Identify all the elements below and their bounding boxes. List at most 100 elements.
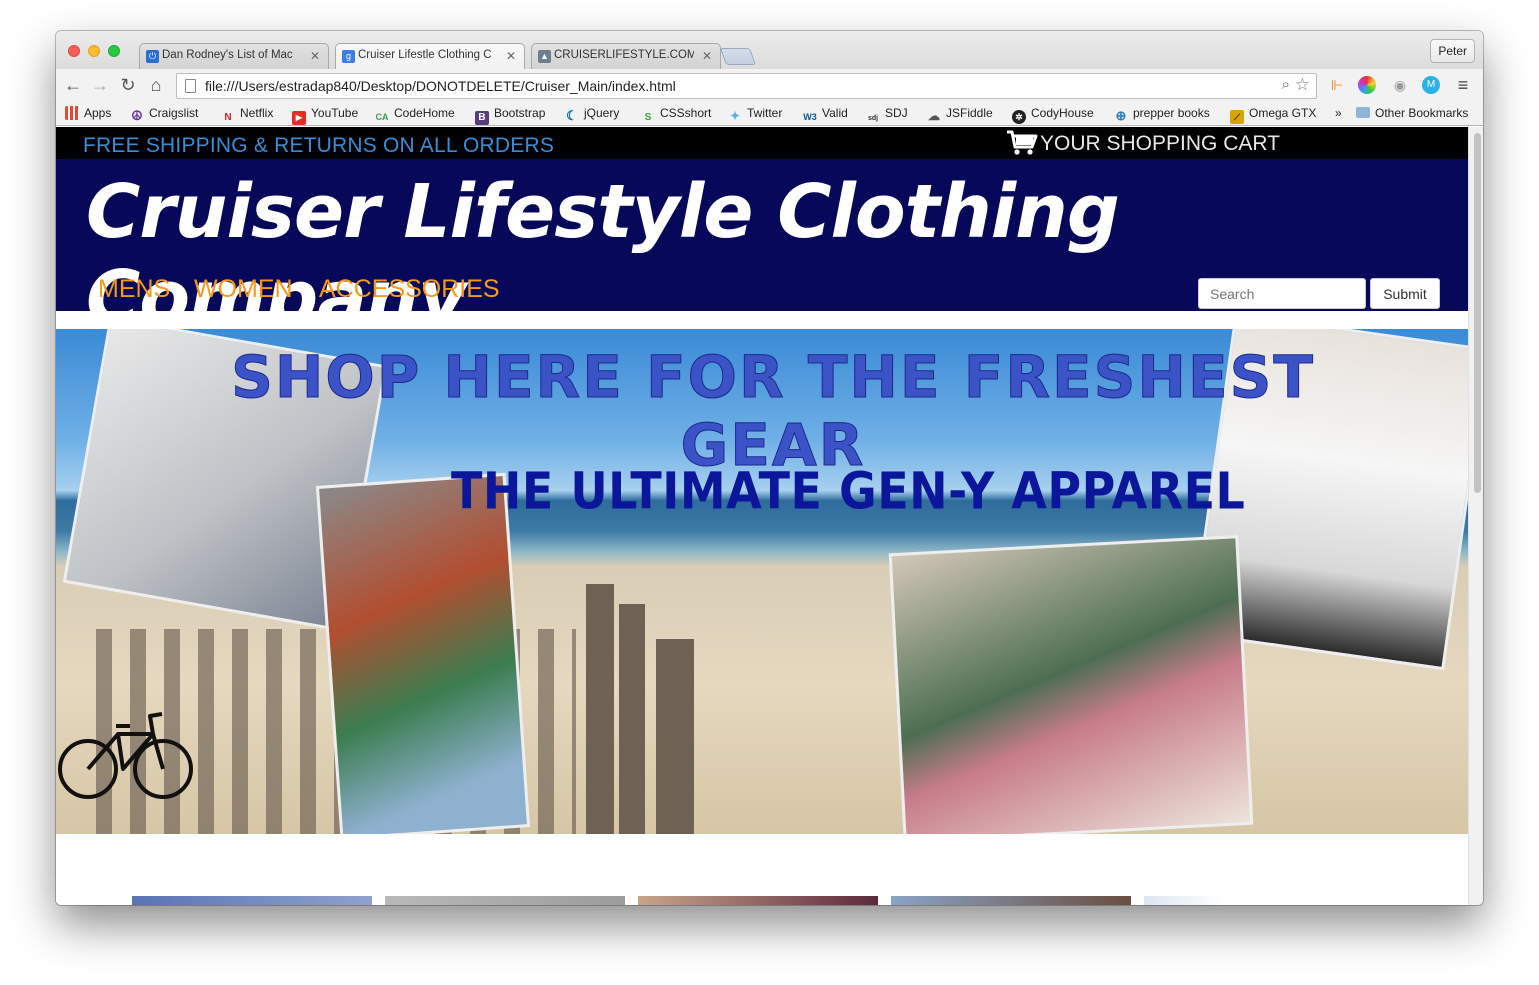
product-thumbnail[interactable] (638, 896, 878, 905)
bookmark-label: Omega GTX (1249, 106, 1317, 120)
home-icon[interactable]: ⌂ (145, 75, 167, 96)
youtube-icon: ▶ (292, 111, 306, 125)
tab-cruiser-lifestyle[interactable]: g Cruiser Lifestle Clothing C ✕ (335, 43, 525, 69)
bookmark-jquery[interactable]: ☾ jQuery (565, 106, 619, 123)
power-icon: ⏻ (146, 50, 159, 63)
bicycle-icon (58, 712, 193, 799)
bookmark-label: Bootstrap (494, 106, 546, 120)
page-viewport: FREE SHIPPING & RETURNS ON ALL ORDERS YO… (56, 127, 1468, 905)
bookmark-craigslist[interactable]: ☮ Craigslist (130, 106, 198, 123)
browser-window: ⏻ Dan Rodney's List of Mac ✕ ▲ CRUISERLI… (56, 31, 1483, 905)
bookmark-prepper-books[interactable]: ⊕ prepper books (1114, 106, 1210, 123)
new-tab-button[interactable] (719, 48, 757, 65)
bookmark-label: Other Bookmarks (1375, 106, 1469, 120)
nav-link-women[interactable]: WOMEN (194, 275, 293, 304)
hero-subline: THE ULTIMATE GEN-Y APPAREL (451, 461, 1246, 521)
bookmark-other-bookmarks[interactable]: Other Bookmarks (1356, 106, 1468, 120)
tab-cruiserlifestyle-com[interactable]: ▲ CRUISERLIFESTYLE.COM ✕ (531, 43, 721, 69)
codehome-icon: CA (375, 112, 389, 122)
bookmarks-bar: Apps ☮ Craigslist N Netflix ▶ YouTube CA Cod… (56, 102, 1483, 126)
profile-button[interactable]: Peter (1430, 39, 1475, 63)
bookmark-omega-gtx[interactable]: ⟋ Omega GTX (1230, 106, 1316, 124)
bookmark-label: JSFiddle (946, 106, 993, 120)
model-photo-woman-floral (315, 472, 531, 834)
apps-grid-icon (65, 106, 79, 120)
back-arrow-icon[interactable]: ← (62, 75, 84, 96)
bookmark-label: Twitter (747, 106, 783, 120)
page-scrollbar[interactable] (1468, 127, 1483, 905)
sdj-icon: sdj (867, 115, 879, 122)
address-bar[interactable]: file:///Users/estradap840/Desktop/DONOTD… (176, 73, 1317, 99)
close-tab-icon[interactable]: ✕ (702, 49, 712, 63)
bookmark-youtube[interactable]: ▶ YouTube (292, 106, 358, 125)
free-shipping-text: FREE SHIPPING & RETURNS ON ALL ORDERS (83, 134, 555, 157)
w3-icon: W3 (803, 112, 817, 122)
globe-icon: ⊕ (1115, 108, 1127, 123)
bookmark-twitter[interactable]: ✦ Twitter (728, 106, 782, 123)
wood-post-graphic (656, 639, 694, 834)
reload-icon[interactable]: ↻ (117, 75, 139, 96)
tab-dan-rodney[interactable]: ⏻ Dan Rodney's List of Mac ✕ (139, 43, 329, 69)
peace-icon: ☮ (131, 108, 143, 123)
bookmark-label: CodyHouse (1031, 106, 1094, 120)
bookmark-label: CSSshort (660, 106, 712, 120)
bookmark-label: CodeHome (394, 106, 455, 120)
minimize-window-button[interactable] (88, 45, 100, 57)
promo-bar: FREE SHIPPING & RETURNS ON ALL ORDERS YO… (56, 127, 1468, 159)
product-thumbnail[interactable] (132, 896, 372, 905)
bookmark-label: jQuery (584, 106, 620, 120)
tab-title: Cruiser Lifestle Clothing C (358, 49, 492, 61)
product-thumbnail[interactable] (1144, 896, 1224, 905)
landscape-icon: ▲ (538, 50, 551, 63)
bookmark-label: prepper books (1133, 106, 1210, 120)
bookmark-netflix[interactable]: N Netflix (221, 106, 273, 125)
extension-tag-icon[interactable]: ⊩ (1328, 76, 1346, 94)
wood-post-graphic (586, 584, 614, 834)
cloud-icon: ☁ (928, 109, 940, 123)
bookmark-sdj[interactable]: sdj SDJ (866, 106, 908, 126)
color-picker-icon[interactable] (1358, 76, 1376, 94)
tab-strip: ⏻ Dan Rodney's List of Mac ✕ ▲ CRUISERLI… (56, 31, 1483, 69)
bookmark-label: Valid (822, 106, 848, 120)
folder-icon (1356, 107, 1370, 118)
bookmark-codehome[interactable]: CA CodeHome (375, 106, 455, 124)
css-icon: S (644, 112, 652, 123)
close-tab-icon[interactable]: ✕ (506, 49, 516, 63)
m-extension-icon[interactable]: M (1422, 76, 1440, 94)
nav-link-mens[interactable]: MENS (98, 275, 170, 304)
bookmark-apps[interactable]: Apps (65, 106, 111, 120)
bookmark-jsfiddle[interactable]: ☁ JSFiddle (927, 106, 993, 123)
product-thumbnail[interactable] (385, 896, 625, 905)
bookmark-codyhouse[interactable]: ✲ CodyHouse (1012, 106, 1094, 124)
menu-icon[interactable]: ≡ (1454, 76, 1472, 94)
shopping-cart-link[interactable]: YOUR SHOPPING CART (1006, 130, 1280, 156)
submit-button[interactable]: Submit (1370, 278, 1440, 309)
shopping-cart-icon (1007, 130, 1038, 155)
chart-icon: ⟋ (1230, 110, 1244, 124)
forward-arrow-icon[interactable]: → (89, 75, 111, 96)
hero-headline: SHOP HERE FOR THE FRESHEST GEAR (231, 343, 1315, 480)
scrollbar-thumb[interactable] (1474, 133, 1481, 493)
bookmark-cssshort[interactable]: S CSSshort (641, 106, 712, 125)
shield-extension-icon[interactable]: ◉ (1391, 76, 1409, 94)
bookmark-star-icon[interactable]: ☆ (1295, 75, 1310, 95)
bookmarks-overflow-button[interactable]: » (1335, 106, 1342, 120)
product-thumbnail[interactable] (891, 896, 1131, 905)
bookmark-bootstrap[interactable]: B Bootstrap (475, 106, 545, 125)
site-header: Cruiser Lifestyle Clothing Company MENS … (56, 159, 1468, 341)
site-brand-title[interactable]: Cruiser Lifestyle Clothing Company (86, 169, 1468, 341)
tab-title: Dan Rodney's List of Mac (162, 49, 293, 61)
zoom-icon[interactable]: ⌕ (1282, 76, 1290, 93)
jquery-icon: ☾ (566, 108, 578, 123)
browser-toolbar: ← → ↻ ⌂ file:///Users/estradap840/Deskto… (56, 69, 1483, 102)
close-window-button[interactable] (68, 45, 80, 57)
search-input[interactable] (1198, 278, 1366, 309)
google-icon: g (342, 50, 355, 63)
bookmark-label: Netflix (240, 106, 274, 120)
bookmark-valid[interactable]: W3 Valid (803, 106, 848, 124)
close-tab-icon[interactable]: ✕ (310, 49, 320, 63)
bookmark-label: Apps (84, 106, 112, 120)
zoom-window-button[interactable] (108, 45, 120, 57)
nav-link-accessories[interactable]: ACCESSORIES (319, 275, 500, 304)
page-icon (185, 79, 196, 93)
